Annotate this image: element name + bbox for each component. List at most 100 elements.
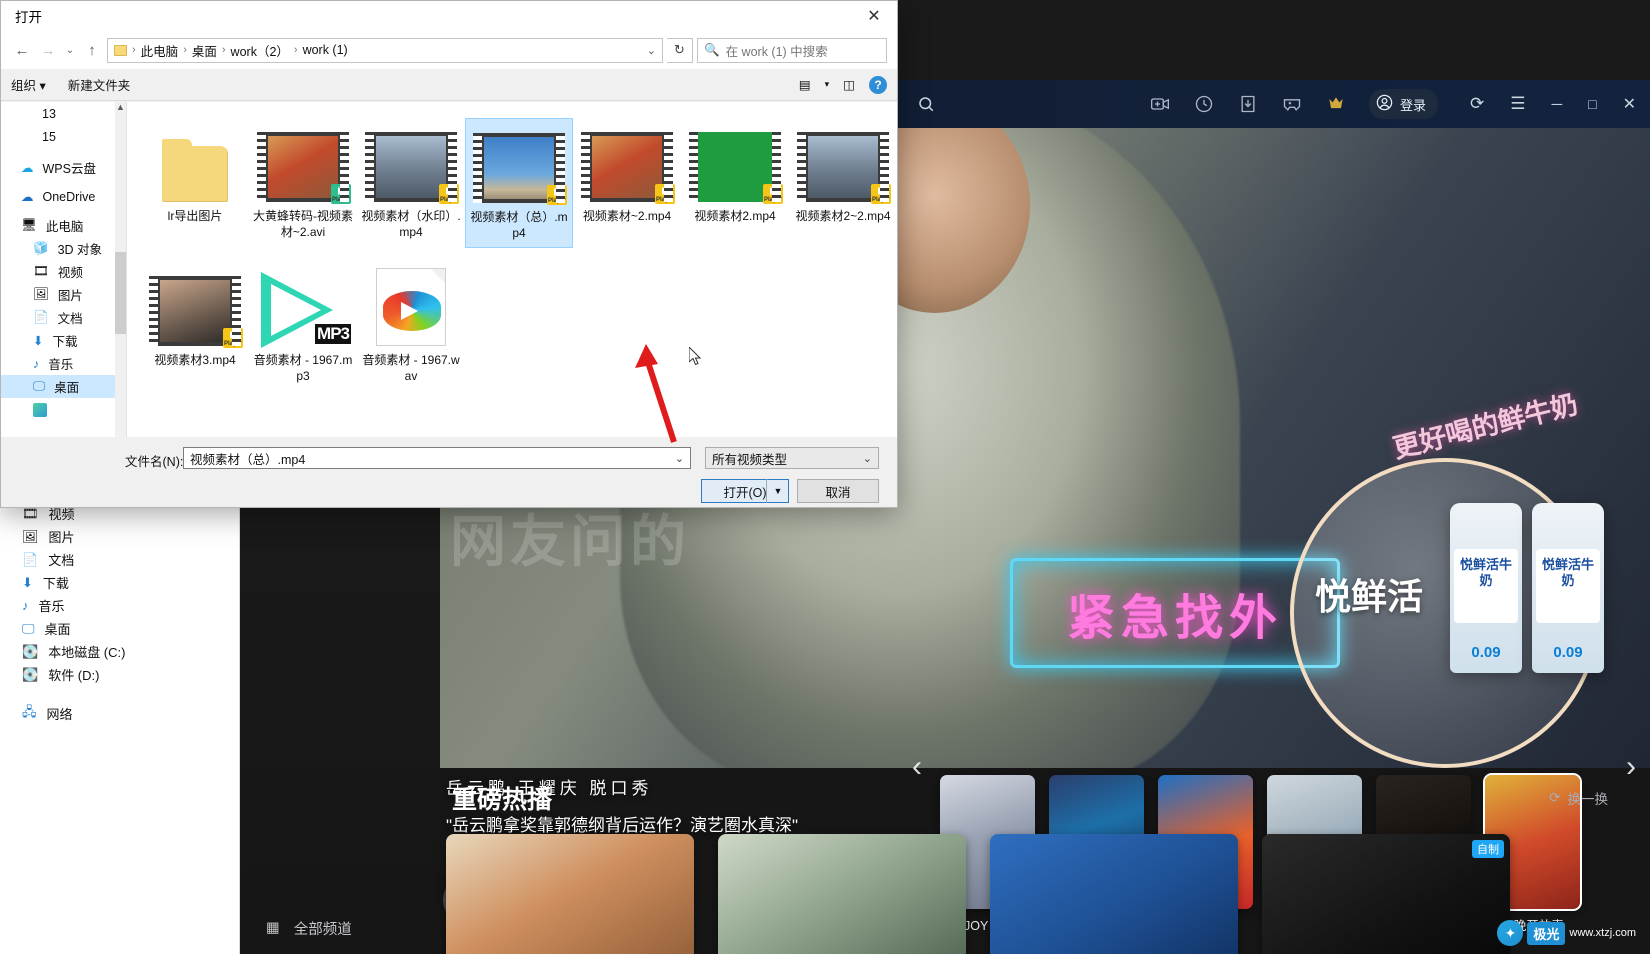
breadcrumb-item[interactable]: 桌面: [192, 41, 217, 60]
file-list[interactable]: lr导出图片 Player 大黄蜂转码-视频素材~2.avi Player 视频…: [127, 102, 897, 443]
help-icon[interactable]: ?: [869, 75, 887, 94]
mouse-cursor: [689, 347, 701, 366]
video-thumbnail: [808, 136, 878, 198]
preview-pane-icon[interactable]: ◫: [843, 77, 855, 92]
content-card[interactable]: [990, 834, 1238, 954]
sidebar-all-channels[interactable]: ▦ 全部频道: [240, 902, 440, 954]
close-icon[interactable]: ✕: [851, 1, 897, 31]
chevron-down-icon[interactable]: ⌄: [863, 452, 872, 465]
breadcrumb-item[interactable]: work（2）: [231, 41, 289, 60]
nav-item-3d-objects[interactable]: 🧊 3D 对象: [1, 237, 126, 260]
content-card[interactable]: [446, 834, 694, 954]
file-item-folder[interactable]: lr导出图片: [141, 118, 249, 248]
file-item-video[interactable]: Player 视频素材~2.mp4: [573, 118, 681, 248]
organize-button[interactable]: 组织 ▾: [11, 75, 46, 94]
explorer-nav-item[interactable]: ♪ 音乐: [0, 594, 239, 617]
vip-crown-icon[interactable]: [1325, 93, 1347, 115]
nav-item-this-pc[interactable]: 🖥 此电脑: [1, 214, 126, 237]
nav-item-13[interactable]: 13: [1, 102, 126, 125]
scroll-up-icon[interactable]: ▲: [115, 102, 126, 116]
nav-scrollbar[interactable]: ▲: [115, 102, 126, 437]
explorer-nav-item[interactable]: 🖵 桌面: [0, 617, 239, 640]
file-item-video[interactable]: Player 视频素材2~2.mp4: [789, 118, 897, 248]
file-item-video[interactable]: Player 视频素材2.mp4: [681, 118, 789, 248]
card-badge: 自制: [1472, 840, 1504, 858]
back-button[interactable]: ←: [11, 38, 33, 62]
video-file-icon: Player: [149, 276, 243, 348]
desktop-icon: 🖵: [22, 620, 35, 636]
explorer-nav-item[interactable]: 🖧 网络: [0, 702, 239, 725]
close-icon[interactable]: ✕: [1623, 94, 1636, 114]
login-button[interactable]: 登录: [1368, 89, 1438, 119]
nav-item-videos[interactable]: 🎞 视频: [1, 260, 126, 283]
nav-item-wps-cloud[interactable]: ☁ WPS云盘: [1, 156, 126, 179]
file-item-video[interactable]: Player 视频素材（水印）.mp4: [357, 118, 465, 248]
breadcrumb-item[interactable]: work (1): [303, 43, 348, 57]
file-item-mp3[interactable]: MP3 音频素材 - 1967.mp3: [249, 262, 357, 390]
file-item-wav[interactable]: 音频素材 - 1967.wav: [357, 262, 465, 390]
minimize-icon[interactable]: ─: [1551, 96, 1562, 113]
up-button[interactable]: ↑: [81, 38, 103, 62]
explorer-nav-item[interactable]: 📄 文档: [0, 548, 239, 571]
chevron-down-icon[interactable]: ⌄: [675, 452, 684, 465]
explorer-nav-label: 文档: [48, 553, 75, 568]
wav-file-icon: [376, 268, 446, 346]
file-item-video[interactable]: Player 视频素材3.mp4: [141, 262, 249, 390]
new-folder-button[interactable]: 新建文件夹: [68, 75, 131, 94]
menu-icon[interactable]: ☰: [1510, 94, 1525, 114]
explorer-nav-item[interactable]: 💽 软件 (D:): [0, 663, 239, 686]
filetype-select[interactable]: 所有视频类型 ⌄: [705, 447, 879, 469]
filename-input[interactable]: 视频素材（总）.mp4 ⌄: [183, 447, 691, 469]
content-card[interactable]: 自制: [1262, 834, 1510, 954]
breadcrumb-item[interactable]: 此电脑: [141, 41, 179, 60]
filetype-value: 所有视频类型: [712, 452, 788, 467]
view-mode-icon[interactable]: ▤: [799, 77, 811, 92]
explorer-nav-pane[interactable]: 🎞 视频 🖼 图片 📄 文档 ⬇ 下载 ♪ 音乐 🖵 桌面 💽 本地磁盘 (C:…: [0, 500, 239, 954]
nav-item-music[interactable]: ♪ 音乐: [1, 352, 126, 375]
explorer-nav-item[interactable]: 🖼 图片: [0, 525, 239, 548]
refresh-icon[interactable]: ↻: [667, 37, 693, 63]
cancel-button[interactable]: 取消: [797, 479, 879, 503]
breadcrumb[interactable]: › 此电脑 › 桌面 › work（2） › work (1) ⌄: [107, 37, 663, 63]
section-refresh-button[interactable]: ⟳ 换一换: [1549, 788, 1608, 808]
nav-item-onedrive[interactable]: ☁ OneDrive: [1, 185, 126, 208]
forward-button[interactable]: →: [37, 38, 59, 62]
nav-item-label: 图片: [57, 289, 83, 303]
carousel-next-arrow[interactable]: ›: [1626, 750, 1636, 784]
file-name: 视频素材（水印）.mp4: [361, 209, 461, 239]
content-card[interactable]: [718, 834, 966, 954]
window-controls: ⟳ ☰ ─ □ ✕: [1470, 94, 1636, 114]
download-icon[interactable]: [1237, 93, 1259, 115]
breadcrumb-separator: ›: [183, 44, 187, 56]
file-item-video[interactable]: Player 大黄蜂转码-视频素材~2.avi: [249, 118, 357, 248]
nav-item-pictures[interactable]: 🖼 图片: [1, 283, 126, 306]
computer-icon: 🖥: [21, 218, 37, 232]
nav-item-desktop[interactable]: 🖵 桌面: [1, 375, 126, 398]
explorer-nav-item[interactable]: 💽 本地磁盘 (C:): [0, 640, 239, 663]
search-icon[interactable]: [900, 89, 952, 119]
nav-item-documents[interactable]: 📄 文档: [1, 306, 126, 329]
refresh-icon[interactable]: ⟳: [1470, 94, 1484, 114]
maximize-icon[interactable]: □: [1588, 96, 1596, 112]
recent-locations-button[interactable]: ⌄: [63, 38, 77, 62]
file-name: 视频素材2.mp4: [694, 209, 776, 223]
open-dropdown-button[interactable]: ▼: [766, 479, 789, 503]
cast-icon[interactable]: [1149, 93, 1171, 115]
search-placeholder: 在 work (1) 中搜索: [725, 44, 828, 59]
nav-item-15[interactable]: 15: [1, 125, 126, 148]
chevron-down-icon[interactable]: ⌄: [647, 44, 656, 57]
file-item-video-selected[interactable]: Player 视频素材（总）.mp4: [465, 118, 573, 248]
game-icon[interactable]: [1281, 93, 1303, 115]
video-file-icon: Player: [365, 132, 459, 204]
open-file-dialog: 打开 ✕ ← → ⌄ ↑ › 此电脑 › 桌面 › work（2） › work…: [0, 0, 898, 508]
section-title: 重磅热播: [452, 786, 553, 814]
history-icon[interactable]: [1193, 93, 1215, 115]
player-badge-icon: Player: [655, 184, 675, 204]
explorer-nav-item[interactable]: ⬇ 下载: [0, 571, 239, 594]
carousel-prev-arrow[interactable]: ‹: [912, 750, 922, 784]
scrollbar-thumb[interactable]: [115, 252, 126, 334]
nav-item-iqiyi[interactable]: [1, 398, 126, 421]
nav-item-downloads[interactable]: ⬇ 下载: [1, 329, 126, 352]
chevron-down-icon[interactable]: ▾: [825, 79, 830, 90]
search-input[interactable]: 🔍 在 work (1) 中搜索: [697, 37, 887, 63]
